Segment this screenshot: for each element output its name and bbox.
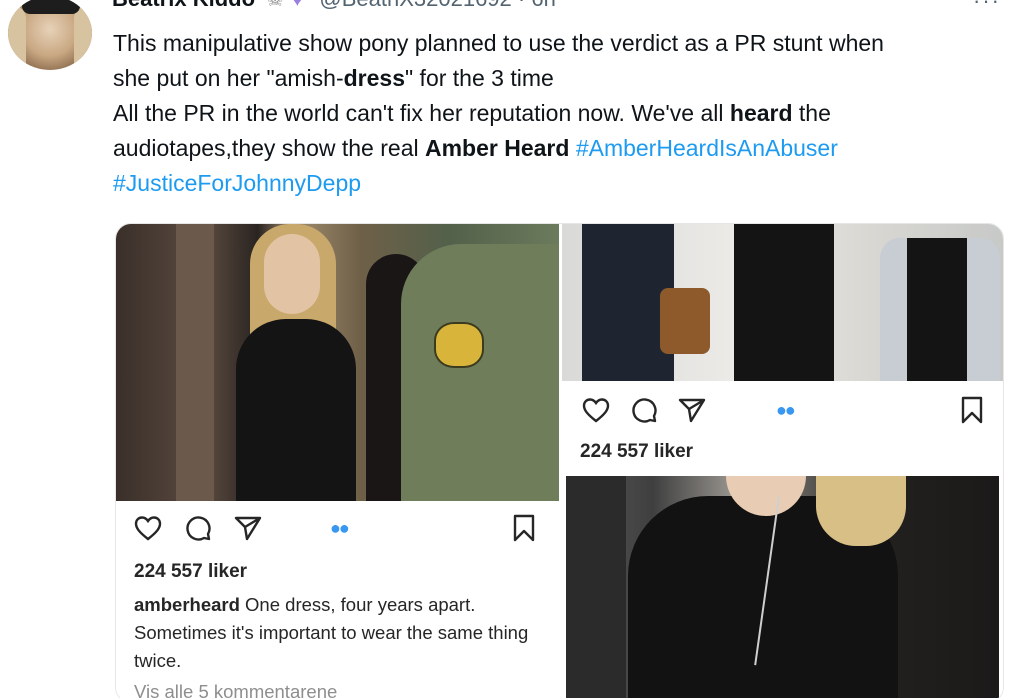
likes-count[interactable]: 224 557 liker: [134, 561, 247, 583]
user-handle-timestamp[interactable]: @BeatriX32021692 · 6h: [319, 0, 555, 11]
tweet-line-2-bold: dress: [343, 65, 405, 91]
post-photo-closeup: [566, 476, 999, 698]
tweet-line-4a: audiotapes,they show the real: [113, 135, 425, 161]
paper-plane-icon[interactable]: [678, 397, 706, 423]
tweet-media-image[interactable]: ●● 224 557 liker amberheard One dress, f…: [115, 223, 1004, 698]
post-photo-courthouse: [116, 224, 559, 501]
photo-face: [264, 234, 320, 314]
carousel-dots-icon: ●●: [330, 517, 350, 538]
instagram-post-left: ●● 224 557 liker amberheard One dress, f…: [116, 224, 559, 698]
tweet-header: Beatrix Kiddo ☠ ♥ @BeatriX32021692 · 6h: [112, 0, 556, 12]
tweet-line-2a: she put on her "amish-: [113, 65, 344, 91]
tweet-line-1: This manipulative show pony planned to u…: [113, 30, 884, 56]
paper-plane-icon[interactable]: [234, 515, 262, 541]
hashtag-link[interactable]: #AmberHeardIsAnAbuser: [576, 135, 838, 161]
photo-blonde-hair: [816, 476, 906, 546]
heart-outline-icon[interactable]: [582, 397, 610, 423]
skull-icon: ☠: [267, 0, 284, 10]
more-options-icon[interactable]: ···: [973, 0, 1001, 14]
post-actions-right: ●●: [582, 396, 796, 424]
view-all-comments-link[interactable]: Vis alle 5 kommentarene: [134, 681, 337, 698]
tweet-line-3a: All the PR in the world can't fix her re…: [113, 100, 730, 126]
display-name[interactable]: Beatrix Kiddo: [112, 0, 255, 11]
avatar-sunglasses: [22, 0, 80, 14]
tweet-line-3-bold: heard: [729, 100, 793, 126]
photo-handbag: [660, 288, 710, 354]
tweet-line-4-bold: Amber Heard: [424, 135, 570, 161]
photo-person-center: [734, 224, 834, 381]
avatar-hair-right: [74, 6, 92, 70]
photo-officer-badge: [434, 322, 484, 368]
tweet-text: This manipulative show pony planned to u…: [113, 26, 1013, 201]
post-caption: amberheard One dress, four years apart. …: [134, 591, 544, 675]
post-photo-walking: [562, 224, 1003, 381]
photo-doorframe: [176, 224, 214, 501]
instagram-post-right: ●● 224 557 liker: [562, 224, 1003, 698]
bookmark-icon[interactable]: [960, 396, 984, 424]
comment-bubble-icon[interactable]: [184, 514, 212, 542]
avatar-hair-left: [8, 6, 26, 70]
bookmark-icon[interactable]: [512, 514, 536, 542]
hashtag-link[interactable]: #JusticeForJohnnyDepp: [113, 170, 361, 196]
user-avatar[interactable]: [8, 0, 92, 70]
caption-username[interactable]: amberheard: [134, 594, 240, 615]
post-actions-left: ●●: [134, 514, 350, 542]
likes-count[interactable]: 224 557 liker: [580, 441, 693, 463]
photo-person-right-shirt: [907, 238, 967, 381]
heart-outline-icon[interactable]: [134, 515, 162, 541]
carousel-dots-icon: ●●: [776, 399, 796, 420]
photo-officer: [401, 244, 559, 501]
tweet-line-2b: " for the 3 time: [405, 65, 554, 91]
tweet-line-3b: the: [792, 100, 831, 126]
photo-woman-black-dress: [236, 319, 356, 501]
comment-bubble-icon[interactable]: [630, 396, 658, 424]
photo-background-person: [566, 476, 626, 698]
purple-heart-icon: ♥: [291, 0, 304, 11]
